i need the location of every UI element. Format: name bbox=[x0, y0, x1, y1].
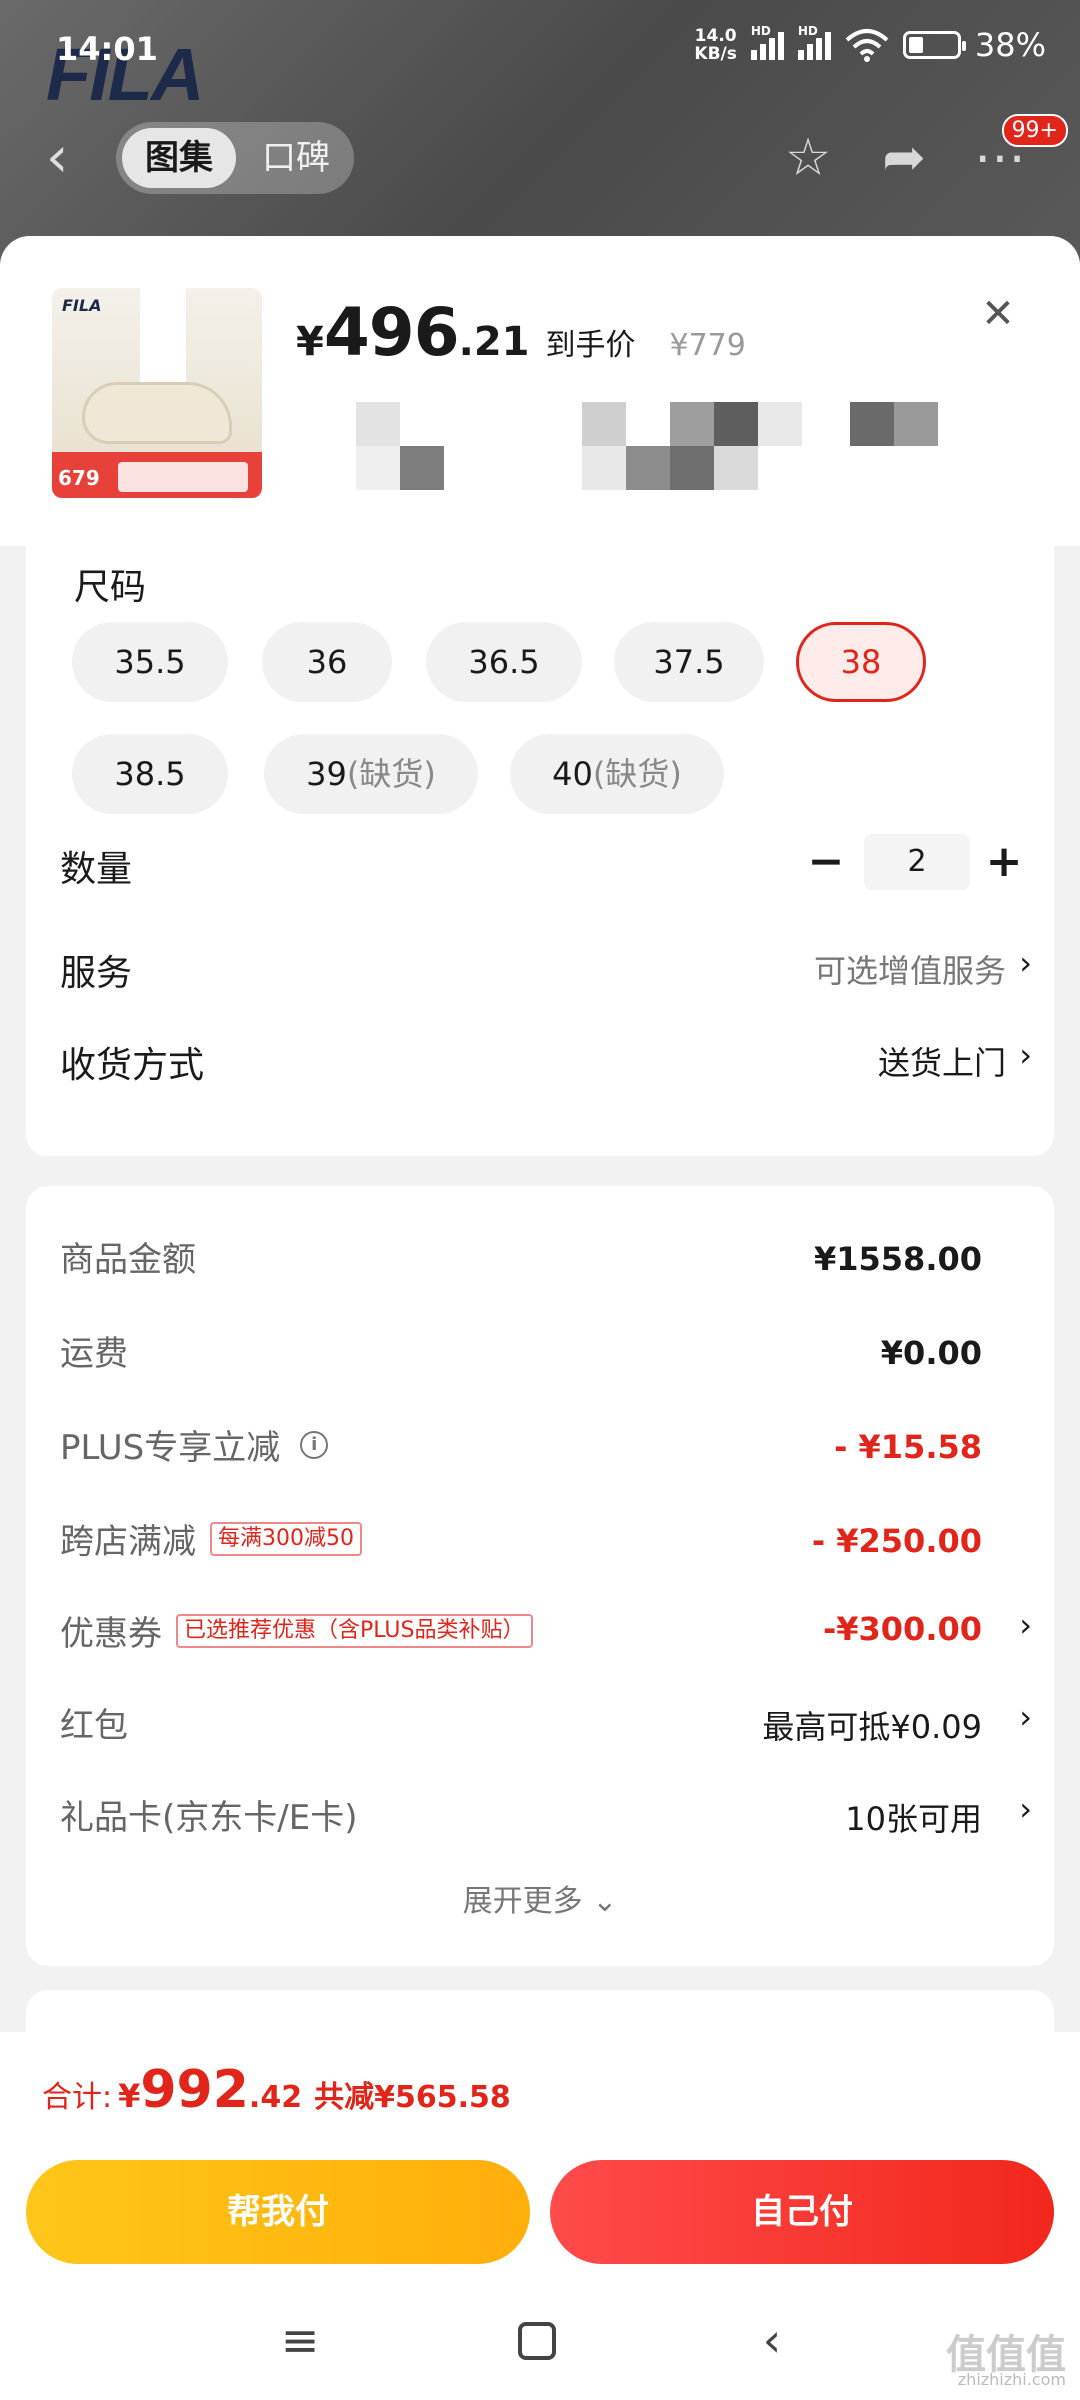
spec-card: 尺码 35.5 36 36.5 37.5 38 38.5 39(缺货) 40(缺… bbox=[26, 532, 1054, 1156]
chevron-right-icon[interactable]: › bbox=[1019, 944, 1032, 982]
plus-discount-row: PLUS专享立减 i bbox=[60, 1420, 329, 1469]
price-currency: ¥ bbox=[296, 319, 324, 365]
goods-amount-value: ¥1558.00 bbox=[813, 1240, 982, 1278]
size-chip-39-out-of-stock[interactable]: 39(缺货) bbox=[264, 734, 478, 814]
shoe-image bbox=[82, 382, 232, 444]
service-value[interactable]: 可选增值服务 bbox=[814, 946, 1006, 992]
status-bar-right: 14.0 KB/s HD HD 38% bbox=[694, 24, 1046, 64]
wifi-icon bbox=[845, 29, 889, 62]
chevron-right-icon[interactable]: › bbox=[1019, 1790, 1032, 1828]
service-label: 服务 bbox=[60, 953, 133, 994]
hd-label-2: HD bbox=[797, 24, 818, 38]
chevron-right-icon[interactable]: › bbox=[1019, 1698, 1032, 1736]
price-decimal: .21 bbox=[458, 319, 530, 365]
price-detail-card: 商品金额 ¥1558.00 运费 ¥0.00 PLUS专享立减 i - ¥15.5… bbox=[26, 1186, 1054, 1966]
signal-icon-2: HD bbox=[797, 24, 831, 60]
quantity-minus-button[interactable]: − bbox=[806, 840, 846, 884]
size-chip-38.5[interactable]: 38.5 bbox=[72, 734, 228, 814]
size-chip-37.5[interactable]: 37.5 bbox=[614, 622, 764, 702]
price-row: ¥ 496 .21 到手价 ¥779 bbox=[296, 294, 746, 371]
quantity-plus-button[interactable]: + bbox=[984, 840, 1024, 884]
battery-percent: 38% bbox=[974, 26, 1046, 64]
quantity-label: 数量 bbox=[60, 849, 133, 890]
size-chip-35.5[interactable]: 35.5 bbox=[72, 622, 228, 702]
notification-badge: 99+ bbox=[1001, 114, 1068, 147]
size-chip-36.5[interactable]: 36.5 bbox=[426, 622, 582, 702]
system-nav-bar: ≡ ‹ bbox=[0, 2304, 1080, 2374]
product-header: FILA 679 ¥ 496 .21 到手价 ¥779 ✕ bbox=[0, 236, 1080, 546]
size-chip-36[interactable]: 36 bbox=[262, 622, 392, 702]
delivery-label: 收货方式 bbox=[60, 1045, 205, 1086]
help-me-pay-button[interactable]: 帮我付 bbox=[26, 2160, 530, 2264]
battery-icon bbox=[902, 31, 966, 59]
top-nav: ‹ 图集 口碑 ☆ ➦ ⋯ 99+ bbox=[0, 114, 1080, 198]
expand-more-button[interactable]: 展开更多 ⌄ bbox=[26, 1876, 1054, 1920]
coupon-tag: 已选推荐优惠（含PLUS品类补贴） bbox=[176, 1613, 533, 1648]
checkout-footer: 合计: ¥ 992 .42 共减¥565.58 帮我付 自己付 ≡ ‹ 值值值 … bbox=[0, 2032, 1080, 2400]
share-icon[interactable]: ➦ bbox=[874, 128, 934, 188]
status-time: 14:01 bbox=[56, 30, 158, 68]
network-speed: 14.0 KB/s bbox=[694, 26, 737, 64]
coupon-row[interactable]: 优惠券 已选推荐优惠（含PLUS品类补贴） bbox=[60, 1606, 533, 1655]
signal-icon: HD bbox=[750, 24, 784, 60]
back-nav-icon[interactable]: ‹ bbox=[744, 2312, 800, 2368]
gift-card-value[interactable]: 10张可用 bbox=[845, 1794, 982, 1840]
total-integer: 992 bbox=[140, 2060, 249, 2120]
hd-label: HD bbox=[750, 24, 771, 38]
total-label: 合计: bbox=[42, 2080, 113, 2115]
plus-discount-label: PLUS专享立减 bbox=[60, 1428, 281, 1468]
chevron-right-icon[interactable]: › bbox=[1019, 1036, 1032, 1074]
tab-reviews[interactable]: 口碑 bbox=[246, 128, 346, 188]
delivery-value[interactable]: 送货上门 bbox=[878, 1038, 1006, 1084]
gift-card-label: 礼品卡(京东卡/E卡) bbox=[60, 1798, 358, 1838]
thumb-brand-logo: FILA bbox=[62, 296, 102, 315]
size-chip-40-out-of-stock[interactable]: 40(缺货) bbox=[510, 734, 724, 814]
quantity-input[interactable]: 2 bbox=[864, 834, 970, 890]
watermark-url: zhizhizhi.com bbox=[957, 2370, 1066, 2389]
size-chip-38-selected[interactable]: 38 bbox=[796, 622, 926, 702]
chevron-right-icon[interactable]: › bbox=[1019, 1606, 1032, 1644]
home-icon[interactable] bbox=[518, 2322, 556, 2360]
total-row: 合计: ¥ 992 .42 共减¥565.58 bbox=[42, 2060, 511, 2120]
tab-gallery[interactable]: 图集 bbox=[122, 128, 236, 188]
pay-myself-button[interactable]: 自己付 bbox=[550, 2160, 1054, 2264]
back-icon[interactable]: ‹ bbox=[46, 130, 86, 186]
total-saved: 共减¥565.58 bbox=[314, 2080, 511, 2115]
close-icon[interactable]: ✕ bbox=[978, 294, 1018, 334]
shipping-label: 运费 bbox=[60, 1334, 128, 1374]
original-price: ¥779 bbox=[669, 328, 746, 363]
star-icon[interactable]: ☆ bbox=[778, 128, 838, 188]
thumb-price: 679 bbox=[58, 466, 100, 490]
cross-store-tag: 每满300减50 bbox=[210, 1521, 362, 1556]
red-packet-value[interactable]: 最高可抵¥0.09 bbox=[762, 1702, 982, 1748]
total-currency: ¥ bbox=[118, 2077, 141, 2115]
shipping-value: ¥0.00 bbox=[880, 1334, 982, 1372]
coupon-value[interactable]: -¥300.00 bbox=[823, 1610, 982, 1648]
plus-discount-value: - ¥15.58 bbox=[834, 1428, 982, 1466]
price-integer: 496 bbox=[323, 294, 460, 371]
menu-icon[interactable]: ≡ bbox=[272, 2312, 328, 2368]
gallery-tab-switch: 图集 口碑 bbox=[116, 122, 354, 194]
total-decimal: .42 bbox=[248, 2080, 303, 2115]
red-packet-label: 红包 bbox=[60, 1706, 128, 1746]
cross-store-label: 跨店满减 bbox=[60, 1522, 196, 1562]
size-title: 尺码 bbox=[74, 567, 147, 608]
info-icon[interactable]: i bbox=[300, 1430, 329, 1459]
cross-store-value: - ¥250.00 bbox=[811, 1522, 982, 1560]
cross-store-row: 跨店满减 每满300减50 bbox=[60, 1514, 362, 1563]
goods-amount-label: 商品金额 bbox=[60, 1240, 196, 1280]
coupon-label: 优惠券 bbox=[60, 1614, 162, 1654]
price-label: 到手价 bbox=[545, 328, 636, 363]
product-thumbnail[interactable]: FILA 679 bbox=[52, 288, 262, 498]
